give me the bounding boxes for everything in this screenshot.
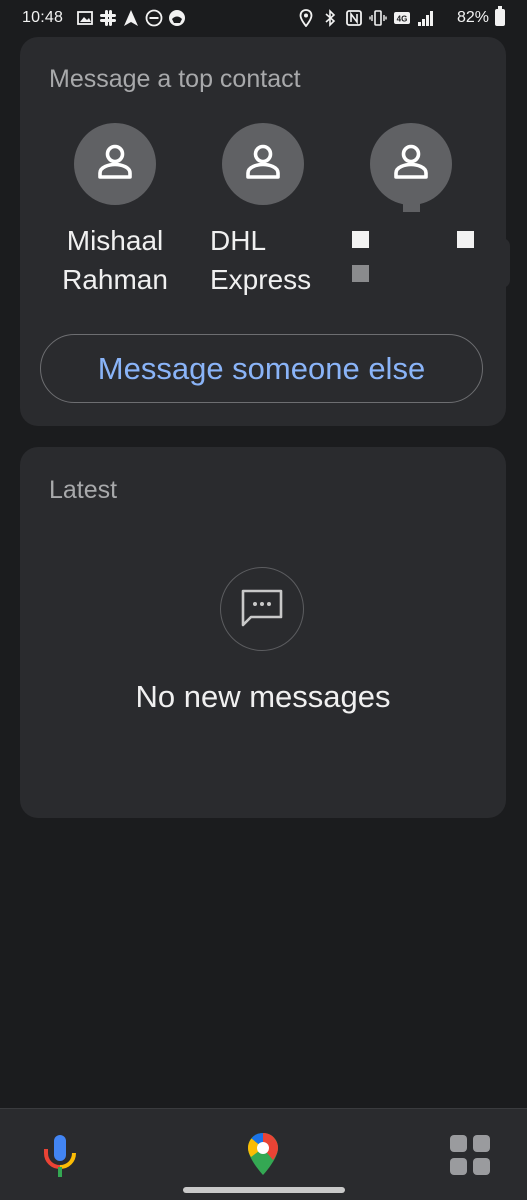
avatar bbox=[370, 123, 452, 205]
lte-icon: 4G bbox=[394, 12, 410, 24]
nav-maps[interactable] bbox=[239, 1131, 287, 1179]
nav-assistant[interactable] bbox=[36, 1131, 84, 1179]
avatar-artifact bbox=[403, 194, 420, 212]
gesture-home-bar[interactable] bbox=[183, 1187, 345, 1193]
status-bar: 10:48 4G 82% bbox=[0, 0, 527, 36]
person-icon bbox=[394, 144, 428, 179]
app-grid-icon bbox=[450, 1135, 490, 1175]
contact-name: DHL Express bbox=[210, 225, 312, 295]
contact-name: Mishaal Rahman bbox=[62, 225, 168, 295]
slack-icon bbox=[100, 10, 116, 26]
assistant-driving-screen: 10:48 4G 82% Message a top contact Misha… bbox=[0, 0, 527, 1200]
google-maps-icon bbox=[248, 1133, 278, 1175]
top-contacts-title: Message a top contact bbox=[49, 65, 301, 93]
message-dots-icon bbox=[241, 589, 283, 627]
microphone-icon bbox=[44, 1135, 76, 1177]
avatar bbox=[74, 123, 156, 205]
notification-icons bbox=[76, 9, 186, 27]
contact-item[interactable]: Mishaal Rahman bbox=[30, 123, 200, 299]
svg-text:4G: 4G bbox=[397, 15, 408, 24]
redacted-block bbox=[352, 265, 369, 282]
top-contacts-card: Message a top contact Mishaal Rahman DHL… bbox=[20, 37, 506, 426]
battery-percentage: 82% bbox=[456, 9, 489, 26]
person-icon bbox=[98, 144, 132, 179]
redacted-block bbox=[457, 231, 474, 248]
nav-app-grid[interactable] bbox=[446, 1131, 494, 1179]
redacted-block bbox=[352, 231, 369, 248]
system-icons: 4G bbox=[297, 9, 435, 27]
scroll-edge-indicator bbox=[502, 238, 510, 288]
message-someone-else-button[interactable]: Message someone else bbox=[40, 334, 483, 403]
empty-state-text: No new messages bbox=[135, 679, 391, 714]
bluetooth-icon bbox=[325, 9, 336, 27]
gallery-icon bbox=[77, 11, 93, 25]
latest-title: Latest bbox=[49, 476, 118, 504]
location-icon bbox=[299, 9, 313, 27]
person-icon bbox=[246, 144, 280, 179]
empty-state-icon-ring bbox=[220, 567, 304, 651]
navigation-arrow-icon bbox=[124, 10, 138, 26]
status-time: 10:48 bbox=[22, 9, 64, 26]
latest-card: Latest No new messages bbox=[20, 447, 506, 818]
android-auto-icon bbox=[169, 10, 185, 26]
signal-icon bbox=[418, 11, 433, 26]
do-not-disturb-icon bbox=[145, 9, 163, 27]
avatar bbox=[222, 123, 304, 205]
contact-item[interactable]: DHL Express bbox=[178, 123, 348, 299]
battery-icon bbox=[495, 6, 505, 26]
vibrate-icon bbox=[369, 10, 387, 26]
nfc-icon bbox=[346, 10, 362, 26]
